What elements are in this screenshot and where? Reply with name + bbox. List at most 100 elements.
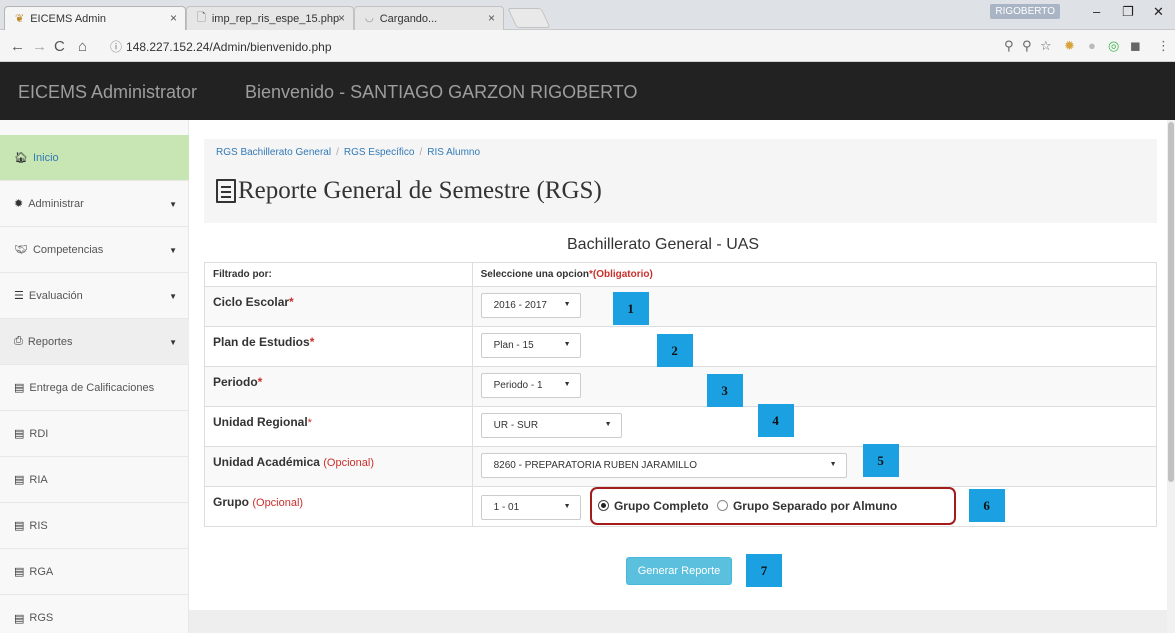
chevron-down-icon: ▼ [563, 341, 571, 348]
chevron-down-icon: ▼ [563, 381, 571, 388]
tab-cargando[interactable]: ◡ Cargando... × [354, 6, 504, 30]
sidebar-item-inicio[interactable]: 🏠︎ Inicio [0, 135, 189, 181]
home-icon: 🏠︎ [14, 152, 28, 164]
breadcrumb-link[interactable]: RGS Específico [344, 147, 415, 158]
star-icon[interactable]: ☆ [1040, 38, 1052, 54]
tab-eicems-admin[interactable]: ❦ EICEMS Admin × [4, 6, 186, 30]
close-tab-icon[interactable]: × [338, 11, 345, 25]
footer [189, 610, 1175, 633]
field-label-text: Unidad Regional [213, 415, 308, 429]
breadcrumb-link[interactable]: RGS Bachillerato General [216, 147, 331, 158]
optional-flag: (Opcional) [323, 457, 375, 469]
select-value: UR - SUR [493, 420, 539, 431]
select-value: Periodo - 1 [493, 380, 543, 391]
tab-imp-rep[interactable]: 🗋 imp_rep_ris_espe_15.php × [186, 6, 354, 30]
periodo-select[interactable]: Periodo - 1 ▼ [480, 373, 581, 398]
field-label-text: Grupo [213, 495, 249, 509]
field-cell: Periodo - 1 ▼ 3 [471, 366, 1158, 407]
header-filter-label: Filtrado por: [204, 262, 473, 287]
chevron-down-icon: ▼ [604, 421, 612, 428]
step-badge: 6 [968, 489, 1005, 522]
chevron-down-icon: ▼ [829, 461, 837, 468]
select-value: Plan - 15 [493, 340, 534, 351]
document-icon: ▤ [14, 474, 25, 486]
sidebar-item-label: RDI [29, 427, 49, 440]
radio-unselected-icon [716, 500, 728, 511]
select-value: 8260 - PREPARATORIA RUBEN JARAMILLO [493, 460, 698, 471]
extension-icon[interactable]: ◎ [1108, 38, 1119, 54]
sidebar-item-label: Reportes [27, 335, 73, 348]
radio-grupo-separado[interactable]: Grupo Separado por Almuno [716, 499, 898, 513]
plan-estudios-select[interactable]: Plan - 15 ▼ [480, 333, 581, 358]
menu-icon[interactable]: ⋮ [1157, 38, 1170, 54]
document-icon [216, 179, 236, 203]
minimize-icon[interactable]: – [1093, 4, 1100, 19]
home-icon[interactable]: ⌂ [78, 38, 87, 55]
caret-down-icon: ▼ [169, 200, 177, 209]
extension-icon[interactable]: ● [1088, 38, 1096, 53]
sidebar-item-ris[interactable]: ▤ RIS [0, 503, 189, 549]
extension-icon[interactable]: ◼ [1130, 38, 1141, 54]
ciclo-escolar-select[interactable]: 2016 - 2017 ▼ [480, 293, 581, 318]
extension-icon[interactable]: ✹ [1064, 38, 1075, 54]
tab-title: EICEMS Admin [30, 12, 107, 25]
info-icon: ⓘ [110, 40, 123, 54]
sidebar-item-label: Inicio [32, 151, 59, 164]
sidebar-item-evaluacion[interactable]: ☰ Evaluación ▼ [0, 273, 189, 319]
field-label-text: Periodo [213, 375, 258, 389]
breadcrumb-link[interactable]: RIS Alumno [427, 147, 480, 158]
scrollbar-thumb[interactable] [1168, 122, 1174, 482]
breadcrumb: RGS Bachillerato General / RGS Específico /… [204, 139, 1157, 223]
sidebar: 🏠︎ Inicio ✹ Administrar ▼ 🤝︎ Competencias ▼… [0, 120, 189, 633]
document-icon: ▤ [14, 428, 25, 440]
site-favicon-icon: ❦ [15, 13, 25, 25]
sidebar-item-entrega-calificaciones[interactable]: ▤ Entrega de Calificaciones [0, 365, 189, 411]
document-icon: ▤ [14, 612, 25, 625]
unidad-regional-select[interactable]: UR - SUR ▼ [480, 413, 622, 438]
sidebar-item-ria[interactable]: ▤ RIA [0, 457, 189, 503]
field-cell: 2016 - 2017 ▼ 1 [471, 286, 1158, 327]
field-label: Plan de Estudios* [204, 326, 473, 367]
sidebar-item-rgs[interactable]: ▤ RGS [0, 595, 189, 641]
sidebar-item-rga[interactable]: ▤ RGA [0, 549, 189, 595]
field-cell: Plan - 15 ▼ 2 [471, 326, 1158, 367]
required-flag: * [289, 295, 294, 309]
sidebar-item-label: RGA [29, 565, 54, 578]
unidad-academica-select[interactable]: 8260 - PREPARATORIA RUBEN JARAMILLO ▼ [480, 453, 847, 478]
grupo-select[interactable]: 1 - 01 ▼ [480, 495, 581, 520]
generate-report-button[interactable]: Generar Reporte [626, 557, 732, 585]
page-scrollbar[interactable] [1167, 120, 1175, 633]
address-bar: ← → C ⌂ ⓘ 148.227.152.24/Admin/bienvenido… [0, 30, 1175, 62]
new-tab-button[interactable] [507, 8, 551, 28]
reload-icon[interactable]: C [54, 38, 65, 55]
sidebar-item-administrar[interactable]: ✹ Administrar ▼ [0, 181, 189, 227]
field-label: Ciclo Escolar* [204, 286, 473, 327]
profile-badge[interactable]: RIGOBERTO [990, 4, 1060, 19]
sidebar-item-competencias[interactable]: 🤝︎ Competencias ▼ [0, 227, 189, 273]
list-icon: ☰ [14, 290, 24, 302]
step-badge: 3 [706, 374, 743, 407]
chevron-down-icon: ▼ [563, 503, 571, 510]
required-flag: * [307, 417, 312, 429]
pin-icon[interactable]: ⚲ [1022, 38, 1032, 54]
brand-link[interactable]: EICEMS Administrator [18, 82, 197, 103]
field-label-text: Ciclo Escolar [213, 295, 290, 309]
optional-flag: (Opcional) [252, 497, 304, 509]
radio-grupo-completo[interactable]: Grupo Completo [597, 499, 709, 513]
radio-label: Grupo Separado por Almuno [732, 499, 898, 513]
close-tab-icon[interactable]: × [170, 11, 177, 25]
sidebar-item-rdi[interactable]: ▤ RDI [0, 411, 189, 457]
document-icon: ▤ [14, 566, 25, 578]
app-navbar: EICEMS Administrator Bienvenido - SANTIA… [0, 62, 1175, 120]
sidebar-item-reportes[interactable]: ⎙ Reportes ▼ [0, 319, 189, 365]
zoom-icon[interactable]: ⚲ [1004, 38, 1014, 54]
field-cell: 8260 - PREPARATORIA RUBEN JARAMILLO ▼ 5 [471, 444, 1158, 487]
restore-icon[interactable]: ❐ [1122, 4, 1134, 20]
page-title: Reporte General de Semestre (RGS) [216, 177, 602, 205]
forward-icon[interactable]: → [32, 38, 47, 55]
close-tab-icon[interactable]: × [488, 11, 495, 25]
radio-selected-icon [597, 500, 609, 511]
url-field[interactable]: ⓘ 148.227.152.24/Admin/bienvenido.php [110, 38, 332, 55]
back-icon[interactable]: ← [10, 38, 25, 55]
close-window-icon[interactable]: ✕ [1153, 4, 1164, 20]
